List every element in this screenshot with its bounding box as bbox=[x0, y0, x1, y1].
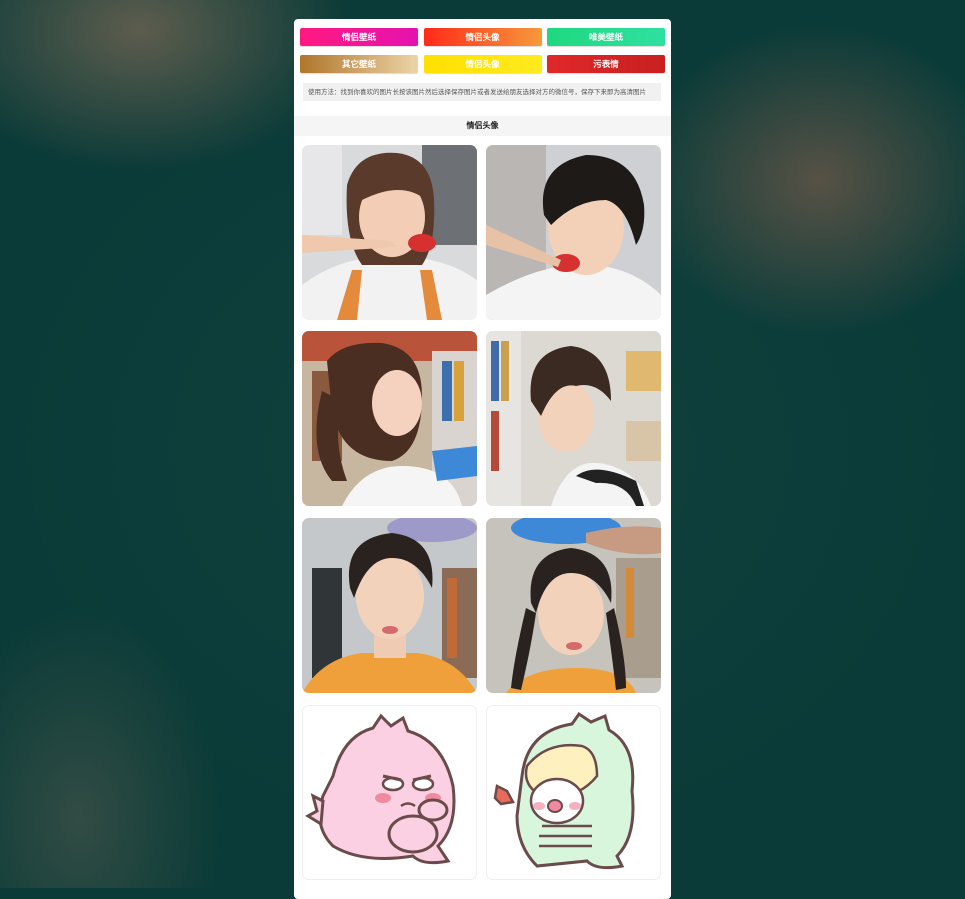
avatar-image-girl-bowl[interactable] bbox=[486, 518, 661, 693]
avatar-image-boy-library[interactable] bbox=[486, 331, 661, 506]
section-title: 情侣头像 bbox=[294, 116, 671, 136]
avatar-image-pink-dino[interactable] bbox=[302, 705, 477, 880]
avatar-image-boy-eating[interactable] bbox=[486, 145, 661, 320]
category-button-couple-avatar-2[interactable]: 情侣头像 bbox=[423, 55, 542, 73]
category-nav: 情侣壁纸 情侣头像 唯美壁纸 其它壁纸 情侣头像 污表情 bbox=[300, 28, 665, 73]
avatar-image-green-dino[interactable] bbox=[486, 705, 661, 880]
category-button-couple-avatar[interactable]: 情侣头像 bbox=[423, 28, 542, 46]
category-button-other-wallpaper[interactable]: 其它壁纸 bbox=[300, 55, 418, 73]
avatar-image-girl-library[interactable] bbox=[302, 331, 477, 506]
category-button-aesthetic-wallpaper[interactable]: 唯美壁纸 bbox=[547, 28, 665, 46]
content-panel: 情侣壁纸 情侣头像 唯美壁纸 其它壁纸 情侣头像 污表情 使用方法：找到你喜欢的… bbox=[294, 19, 671, 899]
category-button-meme[interactable]: 污表情 bbox=[547, 55, 665, 73]
avatar-image-girl-eating[interactable] bbox=[302, 145, 477, 320]
category-button-couple-wallpaper[interactable]: 情侣壁纸 bbox=[300, 28, 418, 46]
avatar-image-boy-bowl[interactable] bbox=[302, 518, 477, 693]
usage-instructions: 使用方法：找到你喜欢的图片长按该图片然后选择保存图片或者发送给朋友选择对方的微信… bbox=[303, 83, 661, 101]
